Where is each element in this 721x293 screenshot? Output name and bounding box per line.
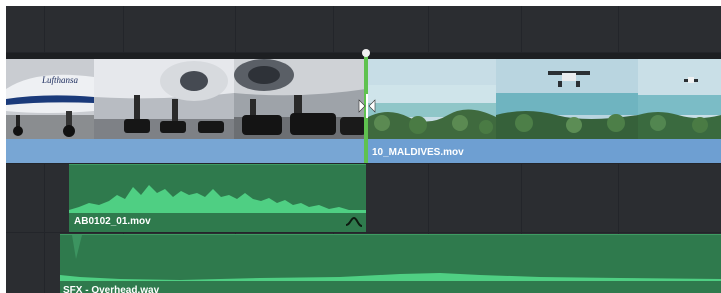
seaplane-distance-thumbnail [638,59,721,139]
clip-name: 10_MALDIVES.mov [372,147,464,158]
video-clip-airplane[interactable]: Lufthansa [6,53,366,163]
clip-title-bar [6,139,366,163]
airplane-nose-thumbnail: Lufthansa [6,59,94,139]
fade-curve-icon[interactable] [345,215,363,229]
video-clip-maldives[interactable]: 10_MALDIVES.mov [368,53,721,163]
svg-text:Lufthansa: Lufthansa [41,75,79,85]
audio-clip-name: AB0102_01.mov [74,216,151,227]
timeline[interactable]: Lufthansa 10_MALDIVES.mov AB0102_01.mov … [6,6,721,293]
track-divider [6,232,721,233]
audio-clip-ab0102[interactable]: AB0102_01.mov [69,164,366,232]
clip-title-bar: 10_MALDIVES.mov [368,139,721,163]
audio-clip-name: SFX - Overhead.wav [63,285,160,293]
seaplane-water-thumbnail [368,59,496,139]
edit-point-handle[interactable] [362,49,370,57]
airplane-gear-thumbnail [94,59,234,139]
airplane-wheels-thumbnail [234,59,366,139]
seaplane-takeoff-thumbnail [496,59,638,139]
screenshot-frame: Lufthansa 10_MALDIVES.mov AB0102_01.mov … [0,0,721,293]
audio-clip-sfx-overhead[interactable]: SFX - Overhead.wav [60,234,721,293]
trim-cursor-icon [358,94,376,118]
